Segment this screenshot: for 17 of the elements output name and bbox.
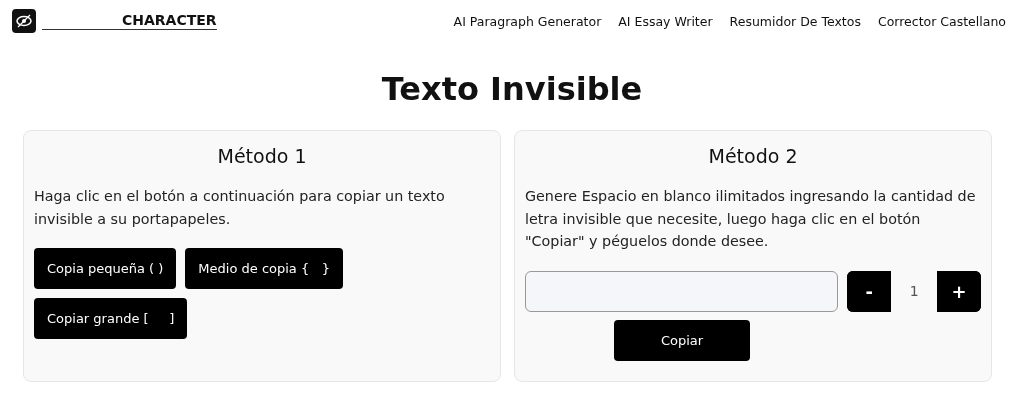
input-field[interactable] xyxy=(525,270,839,312)
nav-link[interactable]: Resumidor De Textos xyxy=(729,13,861,29)
page-title: Texto Invisible xyxy=(380,70,644,108)
card-title: Método 1 xyxy=(216,145,308,167)
brand-link[interactable]: CHARACTER xyxy=(42,12,217,30)
nav-link[interactable]: Corrector Castellano xyxy=(877,13,1006,29)
copy-button[interactable]: Medio de copia { } xyxy=(185,248,343,289)
card-description: Genere Espacio en blanco ilimitados ingresando la cantidad de letra invisible que necesite, luego haga clic en el botón "Copiar" y péguelos donde desee. xyxy=(525,187,977,251)
copy-button[interactable]: Copiar grande [ ] xyxy=(34,298,188,339)
nav-link[interactable]: AI Essay Writer xyxy=(618,13,713,29)
copy-button[interactable]: Copiar xyxy=(614,319,750,361)
copy-button[interactable]: Copia pequeña ( ) xyxy=(34,248,177,289)
nav-link[interactable]: AI Paragraph Generator xyxy=(453,13,602,29)
card-title: Método 2 xyxy=(707,145,799,167)
quantity-value: 1 xyxy=(891,270,937,312)
card-description: Haga clic en el botón a continuación para copiar un texto invisible a su portapapeles. xyxy=(34,187,446,229)
eye-logo-icon xyxy=(12,9,36,33)
